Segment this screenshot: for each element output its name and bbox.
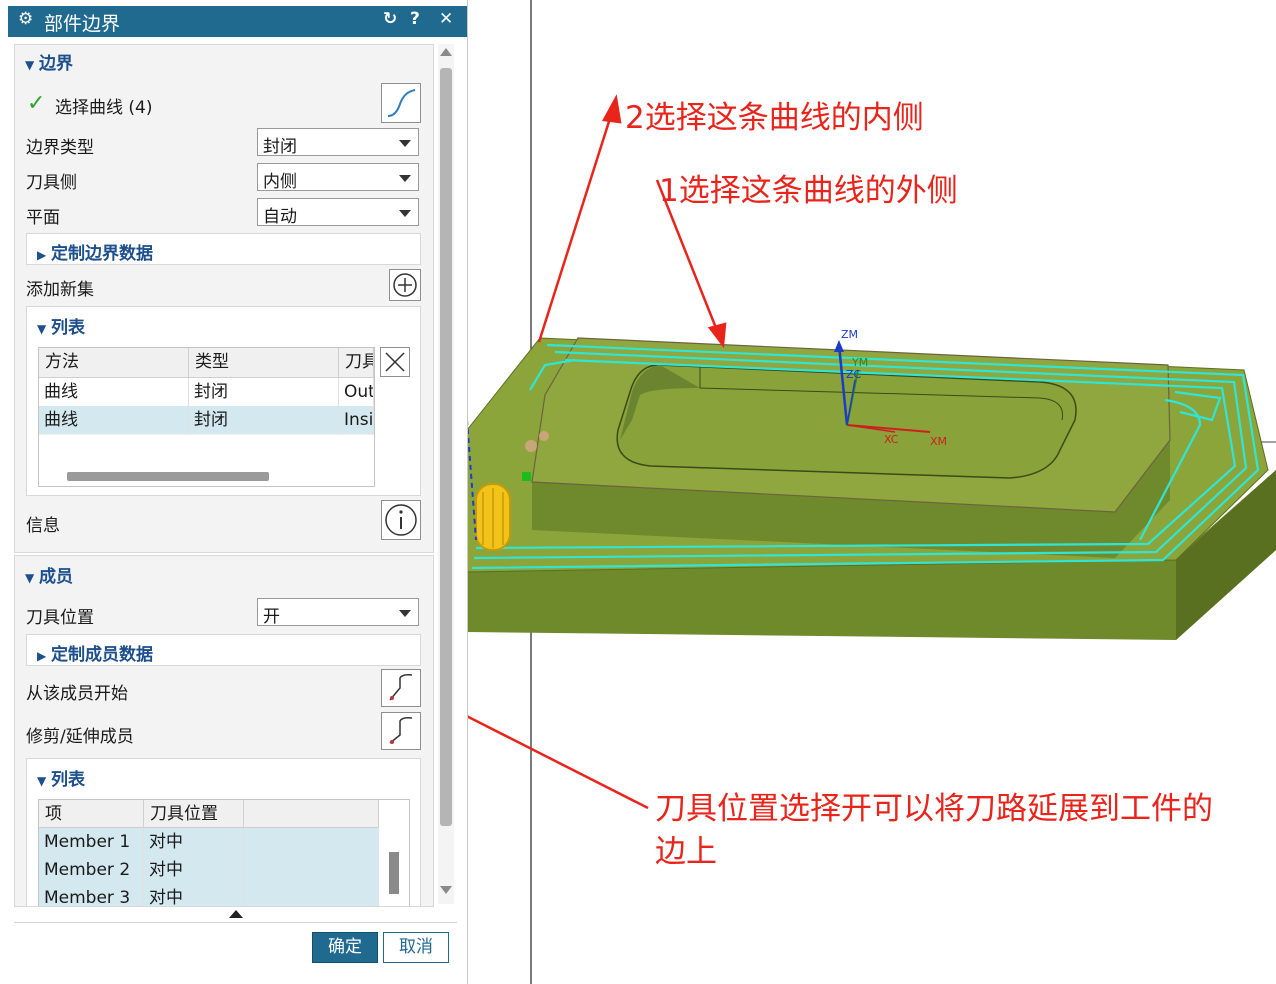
delete-x-icon: [385, 352, 405, 372]
graphics-viewport[interactable]: ZM YM ZC XC XM 2选择这条曲线的内侧 1选择这条曲线的外侧 刀具位…: [467, 0, 1276, 984]
chevron-down-icon: [399, 610, 411, 617]
boundary-panel: ▼ 边界 ✓ 选择曲线 (4) 边界类型 封闭 刀具侧 内侧 平面 自动 ▶ 定制边…: [14, 44, 434, 553]
plane-label: 平面: [26, 208, 60, 228]
zm-axis-label: ZM: [841, 328, 858, 341]
curve-select-button[interactable]: [381, 83, 421, 123]
ok-button[interactable]: 确定: [312, 932, 378, 963]
footer-divider: [14, 922, 457, 923]
tool-side-label: 刀具侧: [26, 173, 77, 193]
boundary-list-table: 方法 类型 刀具 曲线 封闭 Out 曲线 封闭 Insi: [38, 347, 375, 487]
start-from-member-button[interactable]: [381, 669, 421, 707]
chevron-down-icon: [399, 140, 411, 147]
cell-tool-position: 对中: [144, 828, 244, 856]
tool-side-dropdown[interactable]: 内侧: [257, 163, 419, 192]
column-header-method[interactable]: 方法: [39, 348, 189, 378]
custom-boundary-data-header: 定制边界数据: [51, 244, 153, 264]
table-row[interactable]: Member 1 对中: [39, 828, 379, 856]
start-from-member-label: 从该成员开始: [26, 684, 128, 704]
info-icon: [385, 504, 417, 536]
custom-member-data-header: 定制成员数据: [51, 645, 153, 665]
table-row[interactable]: 曲线 封闭 Out: [39, 378, 374, 406]
chevron-down-icon: [399, 210, 411, 217]
cell-type: 封闭: [189, 406, 339, 434]
cell-tool: Insi: [339, 406, 374, 434]
column-header-item[interactable]: 项: [39, 800, 144, 828]
boundary-list-header[interactable]: ▼ 列表: [37, 313, 85, 338]
select-curve-label[interactable]: 选择曲线 (4): [55, 93, 152, 118]
info-label: 信息: [26, 516, 60, 536]
cell-tool: Out: [339, 378, 374, 406]
checkmark-icon: ✓: [27, 91, 46, 116]
remove-item-button[interactable]: [380, 347, 410, 377]
column-header-tool-position[interactable]: 刀具位置: [144, 800, 244, 828]
cell-item: Member 2: [39, 856, 144, 884]
cell-item: Member 1: [39, 828, 144, 856]
tool-position-label: 刀具位置: [26, 608, 94, 628]
scroll-up-arrow-icon[interactable]: [440, 48, 452, 56]
member-list-header[interactable]: ▼ 列表: [37, 765, 85, 790]
trim-extend-member-label: 修剪/延伸成员: [26, 727, 134, 747]
trim-extend-member-button[interactable]: [381, 712, 421, 750]
gear-icon: ⚙: [18, 9, 34, 29]
zc-axis-label: ZC: [846, 368, 862, 381]
boundary-type-dropdown[interactable]: 封闭: [257, 128, 419, 157]
cell-method: 曲线: [39, 406, 189, 434]
part-boundary-dialog: ⚙ 部件边界 ↻ ? ✕ ▼ 边界 ✓ 选择曲线 (4) 边界类型 封闭 刀具侧 …: [0, 0, 468, 984]
cell-item: Member 3: [39, 884, 144, 906]
table-row[interactable]: Member 2 对中: [39, 856, 379, 884]
trim-extend-icon: [389, 717, 413, 744]
start-member-icon: [389, 674, 413, 701]
table-row[interactable]: Member 3 对中: [39, 884, 379, 906]
annotation-outer-side: 1选择这条曲线的外侧: [659, 173, 958, 209]
dialog-scrollbar[interactable]: [438, 44, 454, 904]
horizontal-scrollbar[interactable]: [67, 472, 269, 481]
member-list-group: ▼ 列表 项 刀具位置 Member 1 对中 Member 2 对中 Membe…: [26, 758, 421, 906]
cell-tool-position: 对中: [144, 884, 244, 906]
chevron-right-icon: ▶: [37, 248, 47, 262]
tool-position-dropdown[interactable]: 开: [257, 598, 419, 627]
cell-tool-position: 对中: [144, 856, 244, 884]
annotation-inner-side: 2选择这条曲线的内侧: [625, 100, 924, 136]
annotation-tool-position-line2: 边上: [655, 834, 717, 870]
curve-icon: [387, 89, 416, 117]
column-header-empty: [244, 800, 379, 828]
reset-icon[interactable]: ↻: [383, 9, 397, 29]
boundary-section-header[interactable]: ▼ 边界: [25, 49, 73, 74]
info-button[interactable]: [381, 500, 421, 540]
xc-axis-label: XC: [884, 433, 899, 446]
boundary-list-group: ▼列表 方法 类型 刀具 曲线 封闭 Out 曲线 封闭 Insi: [26, 306, 421, 496]
collapse-up-icon[interactable]: [229, 910, 243, 918]
plane-dropdown[interactable]: 自动: [257, 198, 419, 227]
boundary-type-label: 边界类型: [26, 138, 94, 158]
member-list-table: 项 刀具位置 Member 1 对中 Member 2 对中 Member 3 …: [38, 799, 410, 906]
custom-member-data-group[interactable]: ▶ 定制成员数据: [26, 634, 421, 666]
add-new-set-button[interactable]: [389, 269, 421, 301]
dialog-titlebar[interactable]: ⚙ 部件边界 ↻ ? ✕: [8, 6, 467, 37]
column-header-type[interactable]: 类型: [189, 348, 339, 378]
members-section-header[interactable]: ▼ 成员: [25, 562, 73, 587]
dialog-title: 部件边界: [44, 13, 121, 35]
xm-axis-label: XM: [930, 435, 947, 448]
table-row-selected[interactable]: 曲线 封闭 Insi: [39, 406, 374, 434]
custom-boundary-data-group[interactable]: ▶ 定制边界数据: [26, 233, 421, 265]
annotation-tool-position-line1: 刀具位置选择开可以将刀路延展到工件的: [655, 791, 1213, 827]
chevron-right-icon: ▶: [37, 649, 47, 663]
scroll-down-arrow-icon[interactable]: [440, 886, 452, 894]
cell-method: 曲线: [39, 378, 189, 406]
help-icon[interactable]: ?: [410, 9, 420, 29]
plus-circle-icon: [393, 273, 417, 297]
column-header-tool[interactable]: 刀具: [339, 348, 374, 378]
members-panel: ▼ 成员 刀具位置 开 ▶ 定制成员数据 从该成员开始 修剪/延伸成员 ▼ 列表 项 …: [14, 555, 434, 907]
close-icon[interactable]: ✕: [439, 9, 453, 29]
member-list-scrollbar[interactable]: [389, 852, 399, 894]
table-row-empty: [39, 434, 374, 463]
cell-type: 封闭: [189, 378, 339, 406]
add-new-set-label: 添加新集: [26, 280, 94, 300]
cancel-button[interactable]: 取消: [383, 932, 449, 963]
scrollbar-thumb[interactable]: [440, 68, 452, 826]
chevron-down-icon: [399, 175, 411, 182]
